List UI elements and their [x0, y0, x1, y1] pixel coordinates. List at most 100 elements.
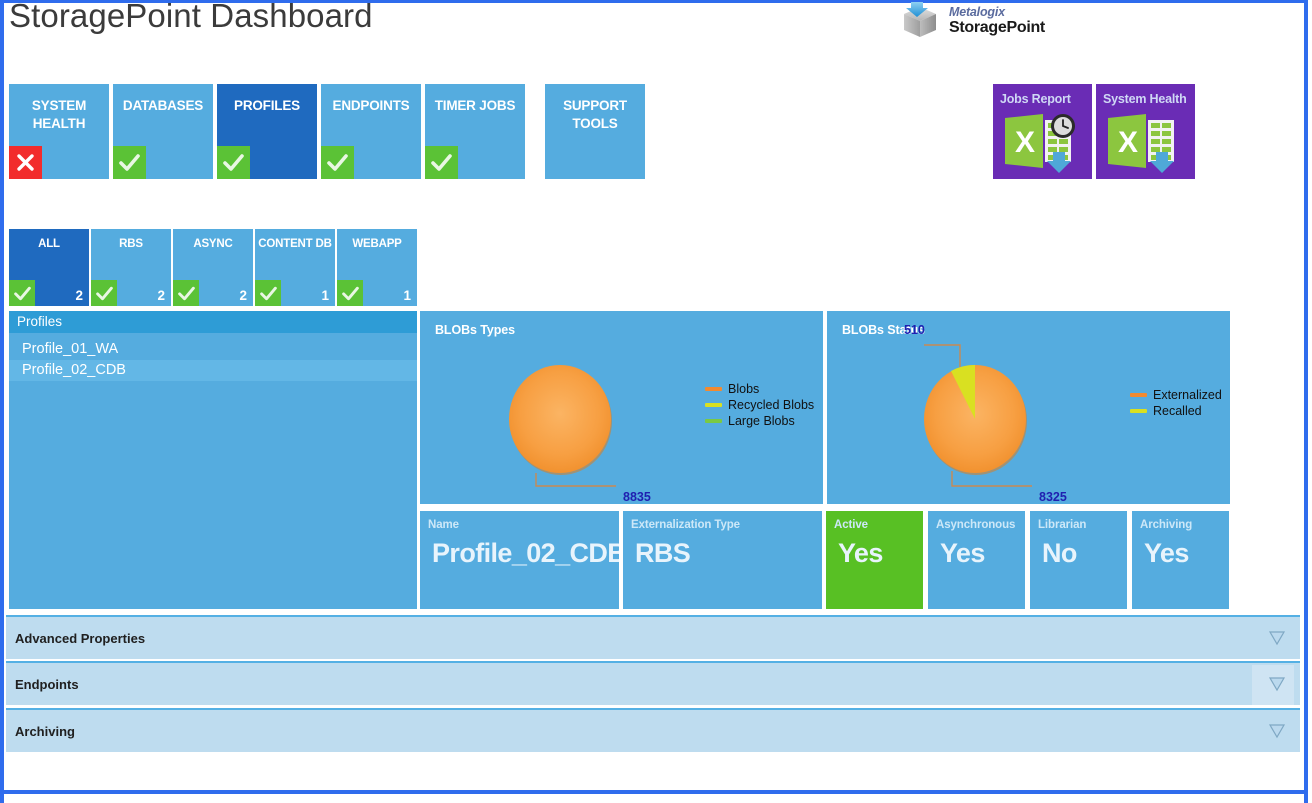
detail-card-value: Yes	[1144, 538, 1189, 568]
filter-tile-label: WEBAPP	[352, 238, 402, 250]
filter-tile-count: 2	[239, 288, 247, 303]
chevron-down-icon[interactable]	[1268, 676, 1286, 697]
detail-card-archiving: Archiving Yes	[1132, 511, 1229, 609]
filter-tile-count: 2	[75, 288, 83, 303]
nav-tile-databases[interactable]: DATABASES	[113, 84, 213, 179]
legend-item: Blobs	[705, 383, 814, 395]
svg-text:X: X	[1015, 126, 1035, 159]
filter-tile-count: 2	[157, 288, 165, 303]
profiles-list: Profile_01_WA Profile_02_CDB	[9, 339, 417, 381]
legend-label: Recycled Blobs	[728, 398, 815, 412]
page-frame-right	[1304, 0, 1308, 803]
detail-card-value: Yes	[940, 538, 985, 568]
legend-item: Recycled Blobs	[705, 399, 814, 411]
accordion-label: Endpoints	[15, 677, 79, 692]
detail-card-value: RBS	[635, 538, 691, 568]
detail-card-label: Active	[834, 519, 868, 531]
system-health-report-button[interactable]: System Health X	[1096, 84, 1195, 179]
page-frame-bottom	[0, 790, 1308, 794]
profiles-panel-header: Profiles	[9, 311, 417, 333]
status-ok-icon	[113, 146, 146, 179]
legend-swatch-externalized	[1130, 393, 1147, 397]
detail-card-label: Name	[428, 519, 459, 531]
status-ok-icon	[9, 280, 35, 306]
detail-card-active: Active Yes	[826, 511, 923, 609]
status-ok-icon	[173, 280, 199, 306]
jobs-report-label: Jobs Report	[1000, 92, 1071, 106]
detail-card-externalization-type: Externalization Type RBS	[623, 511, 822, 609]
detail-card-label: Librarian	[1038, 519, 1087, 531]
nav-tile-label: SUPPORT TOOLS	[563, 98, 627, 131]
blobs-types-legend: Blobs Recycled Blobs Large Blobs	[705, 383, 814, 427]
pie-data-label: 510	[904, 323, 925, 337]
nav-tile-endpoints[interactable]: ENDPOINTS	[321, 84, 421, 179]
filter-tile-label: ALL	[38, 238, 60, 250]
detail-card-value: Yes	[838, 538, 883, 568]
detail-card-label: Archiving	[1140, 519, 1193, 531]
blobs-status-legend: Externalized Recalled	[1130, 389, 1222, 417]
excel-download-clock-icon: X	[1001, 112, 1083, 179]
brand-company-name: Metalogix	[949, 4, 1005, 19]
metalogix-storagepoint-logo: Metalogix StoragePoint	[900, 1, 1045, 41]
status-ok-icon	[321, 146, 354, 179]
chevron-down-icon[interactable]	[1268, 630, 1286, 651]
legend-item: Recalled	[1130, 405, 1222, 417]
filter-tile-async[interactable]: ASYNC 2	[173, 229, 253, 306]
legend-label: Recalled	[1153, 404, 1202, 418]
filter-tile-webapp[interactable]: WEBAPP 1	[337, 229, 417, 306]
page-frame-left	[0, 0, 4, 803]
svg-text:X: X	[1118, 126, 1138, 159]
nav-tile-label: DATABASES	[122, 98, 204, 113]
filter-tile-label: RBS	[119, 238, 143, 250]
status-ok-icon	[425, 146, 458, 179]
legend-label: Externalized	[1153, 388, 1222, 402]
status-error-icon	[9, 146, 42, 179]
legend-label: Large Blobs	[728, 414, 795, 428]
nav-tile-label: SYSTEM HEALTH	[31, 98, 87, 131]
detail-card-asynchronous: Asynchronous Yes	[928, 511, 1025, 609]
filter-tile-label: ASYNC	[193, 238, 233, 250]
blobs-status-chart-panel: BLOBs Status 510 8325 Externalized Recal…	[827, 311, 1230, 504]
system-health-report-label: System Health	[1103, 92, 1187, 106]
legend-item: Externalized	[1130, 389, 1222, 401]
excel-download-icon: X	[1104, 112, 1186, 179]
accordion-endpoints[interactable]: Endpoints	[6, 661, 1300, 705]
legend-swatch-recycled-blobs	[705, 403, 722, 407]
accordion-label: Advanced Properties	[15, 631, 146, 646]
nav-tile-timer-jobs[interactable]: TIMER JOBS	[425, 84, 525, 179]
list-item[interactable]: Profile_02_CDB	[9, 360, 417, 381]
status-ok-icon	[91, 280, 117, 306]
legend-label: Blobs	[728, 382, 760, 396]
legend-swatch-recalled	[1130, 409, 1147, 413]
detail-card-label: Asynchronous	[936, 519, 1016, 531]
nav-tile-label: TIMER JOBS	[434, 98, 516, 113]
storagepoint-cube-icon	[900, 1, 942, 41]
jobs-report-button[interactable]: Jobs Report X	[993, 84, 1092, 179]
chevron-down-icon[interactable]	[1268, 723, 1286, 744]
legend-swatch-large-blobs	[705, 419, 722, 423]
filter-tile-content-db[interactable]: CONTENT DB 1	[255, 229, 335, 306]
profiles-panel: Profiles Profile_01_WA Profile_02_CDB	[9, 311, 417, 609]
detail-card-value: Profile_02_CDB	[432, 538, 619, 568]
page-title: StoragePoint Dashboard	[9, 0, 373, 34]
list-item[interactable]: Profile_01_WA	[9, 339, 417, 360]
nav-tile-system-health[interactable]: SYSTEM HEALTH	[9, 84, 109, 179]
detail-card-name: Name Profile_02_CDB	[420, 511, 619, 609]
pie-data-label: 8835	[623, 490, 651, 504]
filter-tile-count: 1	[403, 288, 411, 303]
status-ok-icon	[217, 146, 250, 179]
filter-tile-all[interactable]: ALL 2	[9, 229, 89, 306]
nav-tile-support-tools[interactable]: SUPPORT TOOLS	[545, 84, 645, 179]
detail-card-value: No	[1042, 538, 1077, 568]
accordion-advanced-properties[interactable]: Advanced Properties	[6, 615, 1300, 659]
legend-swatch-blobs	[705, 387, 722, 391]
dashboard-page: StoragePoint Dashboard Metalogix Storage…	[0, 0, 1312, 803]
accordion-archiving[interactable]: Archiving	[6, 708, 1300, 752]
filter-tile-label: CONTENT DB	[258, 238, 332, 250]
nav-tile-profiles[interactable]: PROFILES	[217, 84, 317, 179]
detail-card-label: Externalization Type	[631, 519, 740, 531]
filter-tile-count: 1	[321, 288, 329, 303]
nav-tile-label: ENDPOINTS	[332, 98, 410, 113]
accordion-label: Archiving	[15, 724, 75, 739]
filter-tile-rbs[interactable]: RBS 2	[91, 229, 171, 306]
